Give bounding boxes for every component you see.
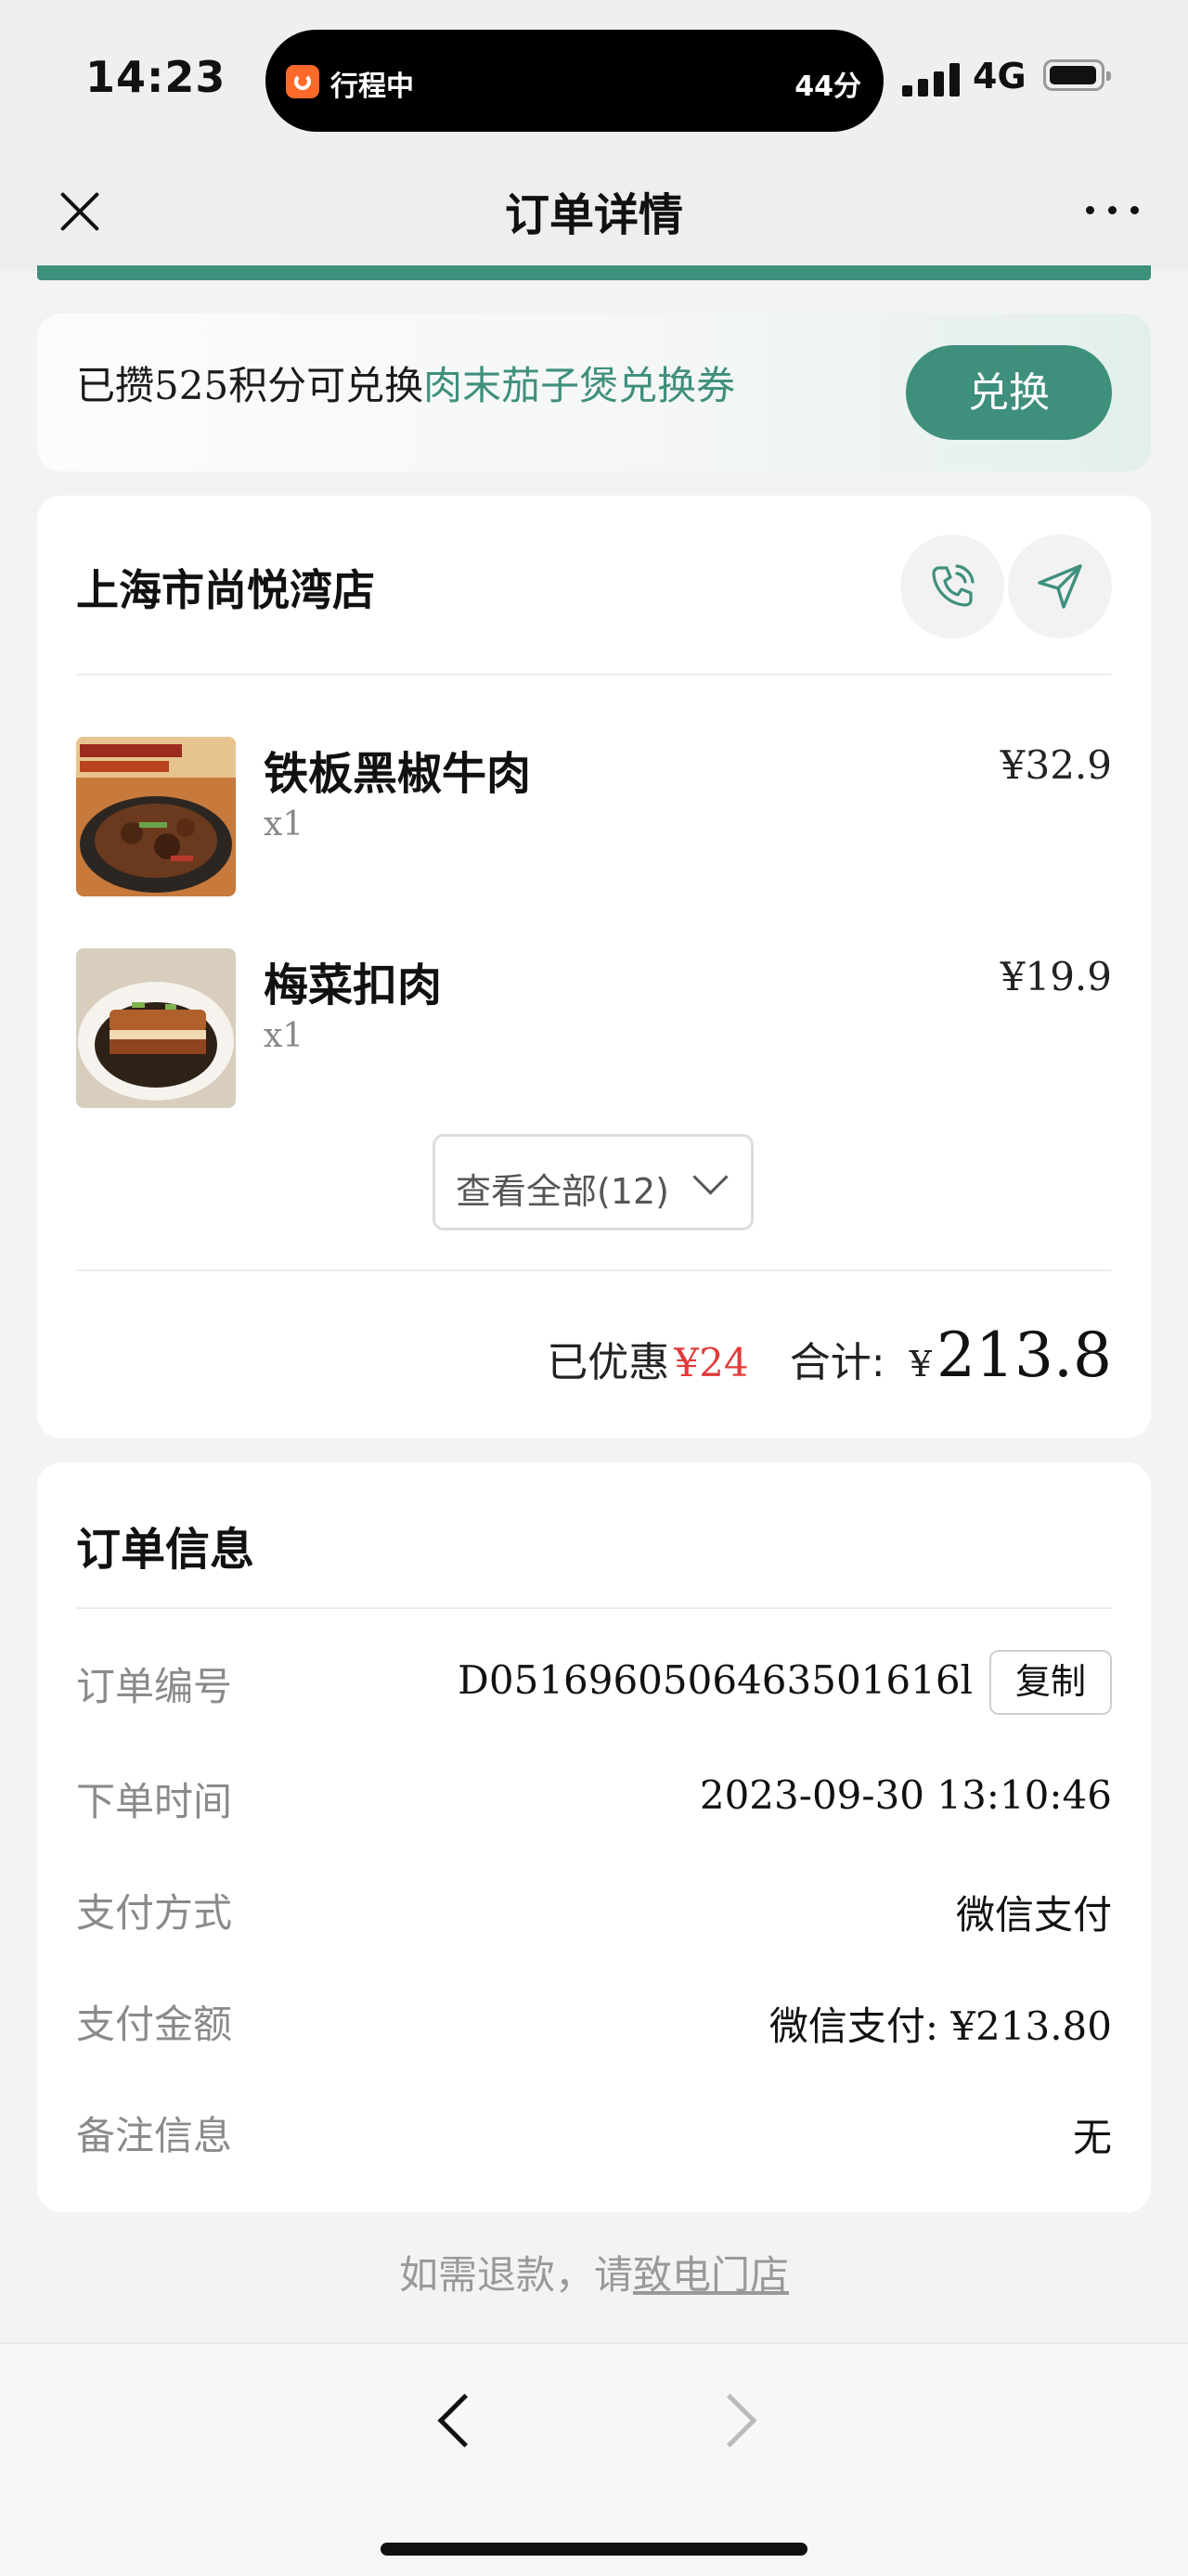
item-image-beef (76, 737, 236, 896)
section-edge-divider (37, 265, 1151, 280)
row-key: 下单时间 (76, 1779, 233, 1824)
item-name: 铁板黑椒牛肉 (264, 748, 532, 800)
discount-label: 已优惠 (547, 1339, 670, 1386)
item-qty: x1 (264, 805, 304, 844)
divider (76, 1607, 1112, 1609)
order-time-row: 下单时间 2023-09-30 13:10:46 (76, 1765, 1112, 1830)
redeem-button[interactable]: 兑换 (906, 345, 1112, 440)
item-qty: x1 (264, 1017, 304, 1055)
payment-amount-row: 支付金额 微信支付: ¥213.80 (76, 1988, 1112, 2053)
page-title: 订单详情 (504, 189, 683, 241)
phone-icon (932, 564, 975, 607)
order-number-row: 订单编号 D0516960506463501616l 复制 (76, 1650, 1112, 1715)
item-price: ¥19.9 (1000, 954, 1112, 999)
row-key: 支付金额 (76, 2002, 233, 2047)
island-trip-label: 行程中 (330, 71, 414, 103)
points-banner: 已攒525积分可兑换肉末茄子煲兑换券 兑换 (37, 314, 1151, 471)
discount-value: ¥24 (674, 1340, 749, 1385)
row-value: 微信支付 (955, 1892, 1112, 1938)
points-banner-coupon[interactable]: 肉末茄子煲兑换券 (423, 363, 735, 408)
order-info-title: 订单信息 (76, 1524, 255, 1576)
payment-method-row: 支付方式 微信支付 (76, 1876, 1112, 1941)
chevron-down-icon (692, 1159, 729, 1195)
chevron-right-icon[interactable] (703, 2393, 757, 2448)
item-name: 梅菜扣肉 (264, 960, 443, 1011)
status-bar: 14:23 行程中 44分 4G (0, 0, 1188, 158)
call-store-link[interactable]: 致电门店 (633, 2252, 789, 2298)
row-value: 无 (1072, 2115, 1112, 2160)
battery-icon (1043, 59, 1111, 91)
store-name: 上海市尚悦湾店 (76, 565, 375, 615)
divider (76, 674, 1112, 676)
row-value: 2023-09-30 13:10:46 (699, 1772, 1112, 1818)
total-value: 213.8 (936, 1320, 1112, 1391)
view-all-label: 查看全部(12) (456, 1171, 670, 1212)
navigation-arrow-icon (1038, 564, 1082, 609)
store-order-card: 上海市尚悦湾店 铁板黑椒牛肉 x1 ¥32.9 梅菜扣肉 x1 ¥19.9 查看… (37, 496, 1151, 1438)
island-minutes: 44分 (794, 71, 861, 103)
total-label: 合计: (789, 1339, 885, 1386)
total-currency: ¥ (909, 1344, 932, 1385)
copy-button[interactable]: 复制 (989, 1650, 1112, 1715)
points-banner-text: 已攒525积分可兑换肉末茄子煲兑换券 (76, 354, 735, 411)
item-price: ¥32.9 (1000, 742, 1112, 788)
call-store-button[interactable] (900, 535, 1004, 638)
status-time: 14:23 (85, 52, 226, 102)
order-totals: 已优惠 ¥24 合计: ¥ 213.8 (547, 1320, 1112, 1394)
more-dots-icon[interactable] (1086, 200, 1142, 219)
row-key: 支付方式 (76, 1890, 233, 1936)
didi-app-icon (286, 65, 319, 98)
row-value: 微信支付: ¥213.80 (768, 2003, 1112, 2049)
item-image-pork (76, 948, 236, 1108)
view-all-button[interactable]: 查看全部(12) (433, 1134, 754, 1230)
dynamic-island[interactable]: 行程中 44分 (265, 30, 884, 132)
order-item[interactable]: 梅菜扣肉 x1 ¥19.9 (76, 948, 1112, 1108)
cellular-signal-icon (902, 63, 962, 97)
order-number-value: D0516960506463501616l (458, 1657, 973, 1703)
remarks-row: 备注信息 无 (76, 2099, 1112, 2164)
order-item[interactable]: 铁板黑椒牛肉 x1 ¥32.9 (76, 737, 1112, 896)
home-indicator[interactable] (381, 2543, 807, 2556)
row-key: 备注信息 (76, 2113, 233, 2158)
bottom-nav-bar (0, 2342, 1188, 2576)
order-info-card: 订单信息 订单编号 D0516960506463501616l 复制 下单时间 … (37, 1462, 1151, 2212)
nav-bar: 订单详情 (0, 158, 1188, 271)
points-banner-prefix: 已攒525积分可兑换 (76, 363, 424, 408)
navigate-store-button[interactable] (1008, 535, 1112, 638)
row-key: 订单编号 (76, 1664, 233, 1709)
divider (76, 1269, 1112, 1271)
refund-prefix: 如需退款，请 (398, 2252, 633, 2298)
network-type: 4G (973, 56, 1027, 97)
chevron-left-icon[interactable] (437, 2393, 492, 2448)
refund-note: 如需退款，请致电门店 (0, 2244, 1188, 2300)
